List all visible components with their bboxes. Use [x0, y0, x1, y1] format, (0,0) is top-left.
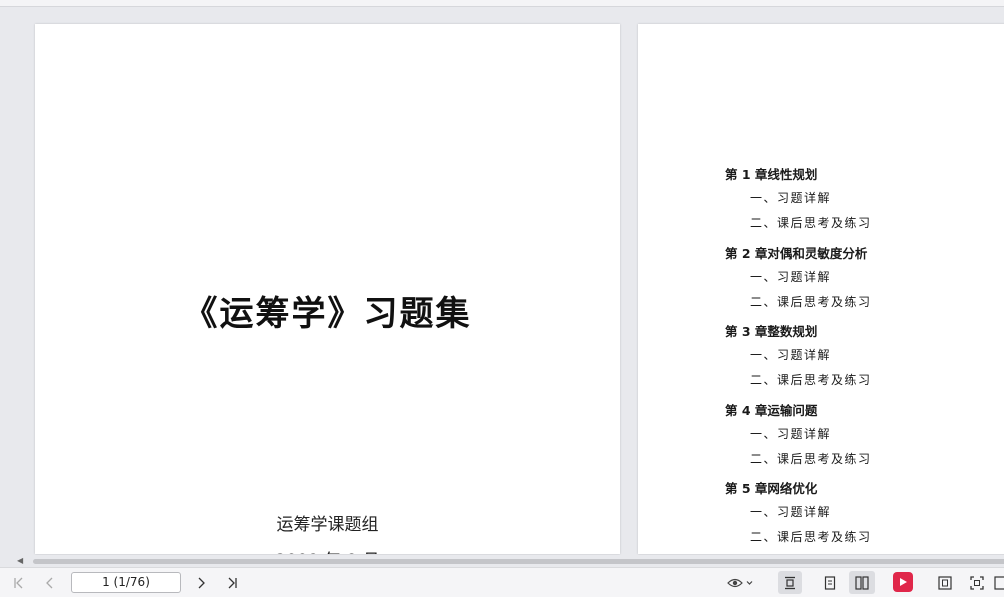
scrollbar-thumb[interactable]	[33, 559, 1004, 564]
fit-height-icon[interactable]	[778, 571, 802, 594]
top-strip	[0, 0, 1004, 7]
toc-chapter[interactable]: 第 1 章线性规划	[725, 164, 817, 183]
toc-chapter[interactable]: 第 4 章运输问题	[725, 400, 817, 419]
next-page-icon[interactable]	[190, 568, 212, 597]
play-icon[interactable]	[893, 572, 913, 592]
first-page-icon[interactable]	[8, 568, 30, 597]
toc-subsection[interactable]: 一、习题详解	[750, 346, 831, 363]
toc-chapter[interactable]: 第 2 章对偶和灵敏度分析	[725, 243, 867, 262]
single-page-icon[interactable]	[818, 568, 842, 597]
scroll-left-arrow-icon[interactable]: ◀	[17, 556, 23, 565]
document-page-toc: 第 1 章线性规划 一、习题详解 二、课后思考及练习第 2 章对偶和灵敏度分析 一、习…	[638, 24, 1004, 554]
toc-subsection[interactable]: 一、习题详解	[750, 268, 831, 285]
toc-subsection[interactable]: 二、课后思考及练习	[750, 528, 872, 545]
toc-chapter[interactable]: 第 3 章整数规划	[725, 321, 817, 340]
toc-subsection[interactable]: 二、课后思考及练习	[750, 371, 872, 388]
fit-page-icon[interactable]	[933, 568, 957, 597]
horizontal-scrollbar[interactable]: ◀	[0, 555, 1004, 567]
two-page-icon[interactable]	[849, 571, 875, 594]
toc-subsection[interactable]: 二、课后思考及练习	[750, 450, 872, 467]
table-of-contents: 第 1 章线性规划 一、习题详解 二、课后思考及练习第 2 章对偶和灵敏度分析 一、习…	[638, 24, 1004, 554]
viewer-toolbar	[0, 567, 1004, 597]
fullscreen-icon[interactable]	[965, 568, 989, 597]
toc-subsection[interactable]: 一、习题详解	[750, 425, 831, 442]
last-page-icon[interactable]	[221, 568, 243, 597]
document-page-cover: 《运筹学》习题集 运筹学课题组 2008 年 9 月	[35, 24, 620, 554]
document-date: 2008 年 9 月	[35, 546, 620, 554]
eye-icon[interactable]	[722, 568, 758, 597]
toc-subsection[interactable]: 一、习题详解	[750, 503, 831, 520]
toc-subsection[interactable]: 二、课后思考及练习	[750, 293, 872, 310]
toc-chapter[interactable]: 第 5 章网络优化	[725, 478, 817, 497]
page-number-input[interactable]	[71, 572, 181, 593]
overflow-tool-icon[interactable]	[994, 568, 1004, 597]
prev-page-icon[interactable]	[39, 568, 61, 597]
document-title: 《运筹学》习题集	[183, 294, 472, 334]
document-author: 运筹学课题组	[276, 515, 379, 535]
toc-subsection[interactable]: 一、习题详解	[750, 189, 831, 206]
toc-subsection[interactable]: 二、课后思考及练习	[750, 214, 872, 231]
